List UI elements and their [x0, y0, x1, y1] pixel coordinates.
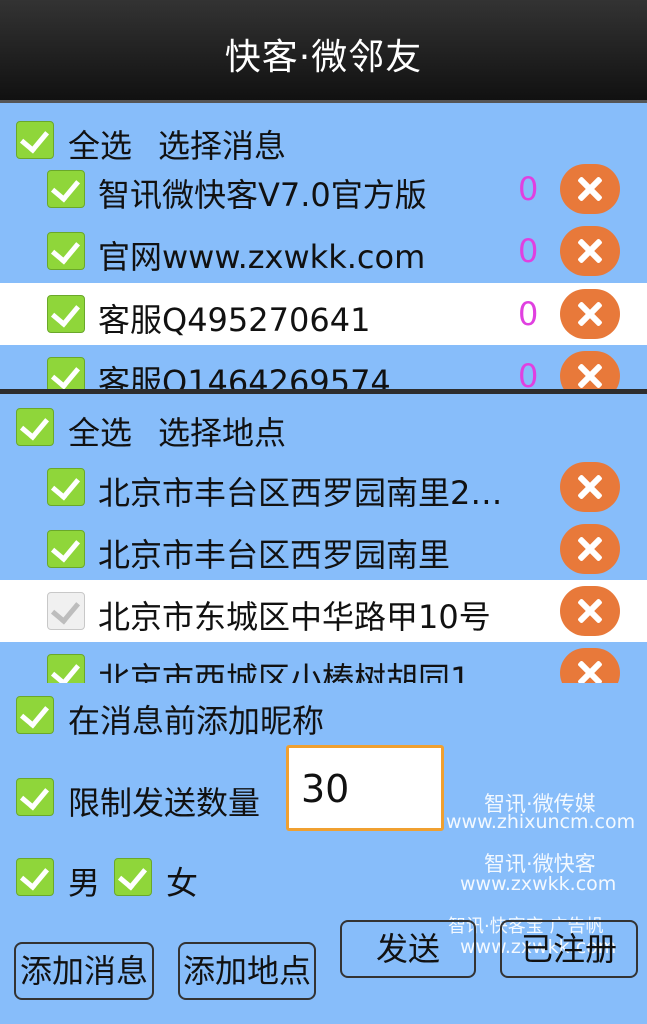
- delete-icon[interactable]: [560, 164, 620, 214]
- add-nickname-checkbox[interactable]: [16, 696, 54, 734]
- location-item-label: 北京市丰台区西罗园南里: [98, 536, 451, 574]
- registered-button[interactable]: 已注册: [500, 920, 638, 978]
- message-item-count: 0: [518, 295, 539, 333]
- location-section-label: 选择地点: [158, 414, 287, 452]
- limit-count-checkbox[interactable]: [16, 778, 54, 816]
- location-select-all-row[interactable]: 全选 选择地点: [0, 396, 647, 458]
- watermark-text: www.zxwkk.com: [460, 873, 617, 895]
- location-item-label: 北京市西城区小榛树胡同1: [98, 660, 471, 683]
- add-location-button[interactable]: 添加地点: [178, 942, 316, 1000]
- location-list-panel[interactable]: 全选 选择地点 北京市丰台区西罗园南里2… 北京市丰台区西罗园南里 北京市东城区…: [0, 394, 647, 683]
- message-item-label: 客服Q1464269574: [98, 363, 391, 389]
- watermark-text: www.zhixuncm.com: [446, 811, 636, 833]
- title-bar: 快客·微邻友: [0, 0, 647, 103]
- delete-icon[interactable]: [560, 524, 620, 574]
- message-item-checkbox[interactable]: [47, 357, 85, 389]
- message-list-item[interactable]: 客服Q495270641 0: [0, 283, 647, 345]
- delete-icon[interactable]: [560, 586, 620, 636]
- location-list-item[interactable]: 北京市西城区小榛树胡同1: [0, 642, 647, 683]
- message-item-count: 0: [518, 357, 539, 389]
- female-checkbox[interactable]: [114, 858, 152, 896]
- delete-icon[interactable]: [560, 462, 620, 512]
- send-button[interactable]: 发送: [340, 920, 476, 978]
- message-select-all-checkbox[interactable]: [16, 121, 54, 159]
- message-item-checkbox[interactable]: [47, 295, 85, 333]
- location-item-label: 北京市丰台区西罗园南里2…: [98, 474, 503, 512]
- delete-icon[interactable]: [560, 226, 620, 276]
- delete-icon[interactable]: [560, 648, 620, 683]
- message-item-count: 0: [518, 170, 539, 208]
- location-select-all-checkbox[interactable]: [16, 408, 54, 446]
- location-item-checkbox[interactable]: [47, 468, 85, 506]
- message-list-panel[interactable]: 全选 选择消息 智讯微快客V7.0官方版 0 官网www.zxwkk.com 0…: [0, 103, 647, 389]
- limit-count-field[interactable]: [286, 745, 444, 831]
- delete-icon[interactable]: [560, 351, 620, 389]
- add-nickname-label: 在消息前添加昵称: [68, 702, 325, 740]
- location-list-item[interactable]: 北京市丰台区西罗园南里2…: [0, 456, 647, 518]
- location-item-checkbox[interactable]: [47, 530, 85, 568]
- location-list-item[interactable]: 北京市丰台区西罗园南里: [0, 518, 647, 580]
- page-title: 快客·微邻友: [224, 37, 423, 78]
- message-item-checkbox[interactable]: [47, 232, 85, 270]
- message-list-item[interactable]: 客服Q1464269574 0: [0, 345, 647, 389]
- message-item-label: 客服Q495270641: [98, 301, 371, 339]
- message-item-label: 智讯微快客V7.0官方版: [98, 176, 427, 214]
- male-checkbox[interactable]: [16, 858, 54, 896]
- location-item-label: 北京市东城区中华路甲10号: [98, 598, 491, 636]
- location-item-checkbox[interactable]: [47, 592, 85, 630]
- location-select-all-label: 全选: [68, 414, 133, 452]
- add-message-button[interactable]: 添加消息: [14, 942, 154, 1000]
- message-item-count: 0: [518, 232, 539, 270]
- location-item-checkbox[interactable]: [47, 654, 85, 683]
- location-list-item[interactable]: 北京市东城区中华路甲10号: [0, 580, 647, 642]
- limit-count-label: 限制发送数量: [68, 784, 261, 822]
- message-list-item[interactable]: 智讯微快客V7.0官方版 0: [0, 158, 647, 220]
- delete-icon[interactable]: [560, 289, 620, 339]
- female-label: 女: [166, 864, 199, 902]
- limit-count-input[interactable]: [299, 762, 433, 816]
- message-list-item[interactable]: 官网www.zxwkk.com 0: [0, 220, 647, 282]
- message-item-checkbox[interactable]: [47, 170, 85, 208]
- male-label: 男: [68, 864, 101, 902]
- message-item-label: 官网www.zxwkk.com: [98, 238, 426, 276]
